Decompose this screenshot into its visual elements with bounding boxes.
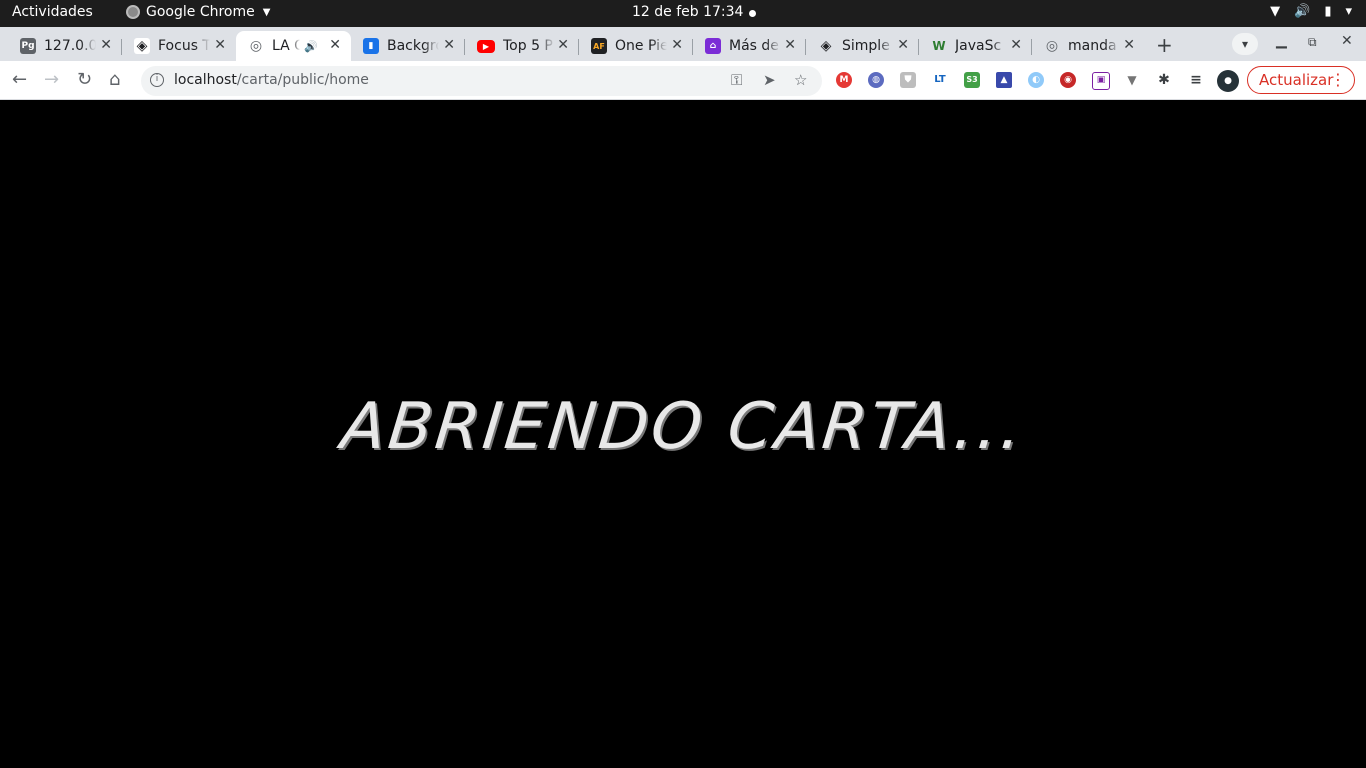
address-bar[interactable]: i localhost/carta/public/home ⚿ ➤ ☆ (141, 66, 822, 96)
globe-extension-icon[interactable]: ◍ (868, 72, 884, 88)
restore-button[interactable]: ⧉ (1308, 35, 1317, 50)
graduation-extension-icon[interactable]: ▲ (996, 72, 1012, 88)
notification-dot (749, 10, 756, 17)
tab-title: Focus T (158, 38, 210, 54)
send-icon[interactable]: ➤ (763, 71, 776, 89)
s3-extension-icon[interactable]: S3 (964, 72, 980, 88)
globe-icon: ◎ (1044, 38, 1060, 54)
key-icon[interactable]: ⚿ (731, 71, 742, 89)
os-top-bar: Actividades Google Chrome ▼ 12 de feb 17… (0, 0, 1366, 27)
chevron-down-icon: ▼ (262, 6, 271, 18)
back-button[interactable]: ← (12, 69, 27, 90)
tab-2-active[interactable]: ◎ LA C 🔊 ✕ (236, 31, 351, 61)
tab-title: 127.0.0 (44, 38, 96, 54)
browser-toolbar: ← → ↻ ⌂ i localhost/carta/public/home ⚿ … (0, 61, 1366, 100)
loading-heading: ABRIENDO CARTA... (337, 390, 1029, 464)
tab-6[interactable]: ⌂ Más de ✕ (693, 31, 806, 61)
close-icon[interactable]: ✕ (214, 37, 226, 53)
puzzle-icon[interactable]: ✱ (1156, 72, 1172, 88)
more-icon[interactable]: ⋮ (1330, 70, 1346, 89)
youtube-icon: ▶ (477, 39, 495, 53)
close-icon[interactable]: ✕ (1010, 37, 1022, 53)
media-control-icon[interactable]: ≡ (1188, 72, 1204, 88)
tab-1[interactable]: ◈ Focus T ✕ (122, 31, 236, 61)
tab-title: LA C (272, 38, 300, 54)
new-tab-button[interactable]: + (1156, 33, 1173, 57)
close-window-button[interactable]: ✕ (1341, 33, 1353, 49)
screen-extension-icon[interactable]: ▣ (1092, 72, 1110, 90)
tab-4[interactable]: ▶ Top 5 P ✕ (465, 31, 579, 61)
app-menu[interactable]: Google Chrome ▼ (126, 4, 270, 20)
tab-7[interactable]: ◈ Simple ✕ (806, 31, 919, 61)
system-tray[interactable]: ▼ 🔊 ▮ ▾ (1270, 4, 1352, 19)
chevron-down-icon: ▾ (1345, 4, 1352, 19)
url-text[interactable]: localhost/carta/public/home (174, 72, 369, 88)
tab-search-button[interactable]: ▾ (1232, 33, 1258, 55)
home-button[interactable]: ⌂ (109, 69, 120, 90)
wifi-icon: ▼ (1270, 4, 1281, 19)
lt-extension-icon[interactable]: LT (932, 72, 948, 88)
close-icon[interactable]: ✕ (557, 37, 569, 53)
chrome-icon (126, 5, 140, 19)
tab-5[interactable]: AF One Pie ✕ (579, 31, 693, 61)
shield-extension-icon[interactable]: ⛊ (900, 72, 916, 88)
bg-icon: ▮ (363, 38, 379, 54)
tab-title: Backgro (387, 38, 439, 54)
tab-3[interactable]: ▮ Backgro ✕ (351, 31, 465, 61)
tab-title: Más de (729, 38, 779, 54)
volume-icon: 🔊 (1294, 4, 1311, 19)
forward-button[interactable]: → (44, 69, 59, 90)
close-icon[interactable]: ✕ (897, 37, 909, 53)
audio-icon[interactable]: 🔊 (304, 40, 318, 53)
tab-title: manda (1068, 38, 1117, 54)
tab-title: JavaSc (955, 38, 1002, 54)
url-path: /carta/public/home (236, 72, 369, 88)
mega-extension-icon[interactable]: M (836, 72, 852, 88)
battery-icon: ▮ (1324, 4, 1332, 19)
close-icon[interactable]: ✕ (784, 37, 796, 53)
reload-button[interactable]: ↻ (77, 69, 92, 90)
pg-icon: Pg (20, 38, 36, 54)
clock[interactable]: 12 de feb 17:34 (632, 4, 743, 20)
twitch-icon: ⌂ (705, 38, 721, 54)
page-content: ABRIENDO CARTA... (0, 100, 1366, 768)
tab-title: One Pie (615, 38, 667, 54)
record-extension-icon[interactable]: ◉ (1060, 72, 1076, 88)
af-icon: AF (591, 38, 607, 54)
star-icon[interactable]: ☆ (794, 71, 807, 89)
minimize-button[interactable]: ▁ (1276, 33, 1287, 49)
globe-icon: ◎ (248, 38, 264, 54)
tab-9[interactable]: ◎ manda ✕ (1032, 31, 1145, 61)
close-icon[interactable]: ✕ (100, 37, 112, 53)
codepen-icon: ◈ (818, 38, 834, 54)
activities-button[interactable]: Actividades (12, 4, 93, 20)
update-button[interactable]: Actualizar ⋮ (1247, 66, 1355, 94)
tab-title: Top 5 P (503, 38, 553, 54)
w-icon: W (931, 38, 947, 54)
tab-8[interactable]: W JavaSc ✕ (919, 31, 1032, 61)
close-icon[interactable]: ✕ (329, 37, 341, 53)
avatar[interactable]: ● (1217, 70, 1239, 92)
clock-extension-icon[interactable]: ◐ (1028, 72, 1044, 88)
close-icon[interactable]: ✕ (671, 37, 683, 53)
vue-extension-icon[interactable]: ▼ (1124, 72, 1140, 88)
update-button-label: Actualizar (1259, 71, 1334, 89)
app-name: Google Chrome (146, 4, 255, 20)
tab-title: Simple (842, 38, 890, 54)
url-host: localhost (174, 72, 237, 88)
tab-0[interactable]: Pg 127.0.0 ✕ (8, 31, 122, 61)
info-icon[interactable]: i (150, 73, 164, 87)
close-icon[interactable]: ✕ (1123, 37, 1135, 53)
close-icon[interactable]: ✕ (443, 37, 455, 53)
codepen-icon: ◈ (134, 38, 150, 54)
